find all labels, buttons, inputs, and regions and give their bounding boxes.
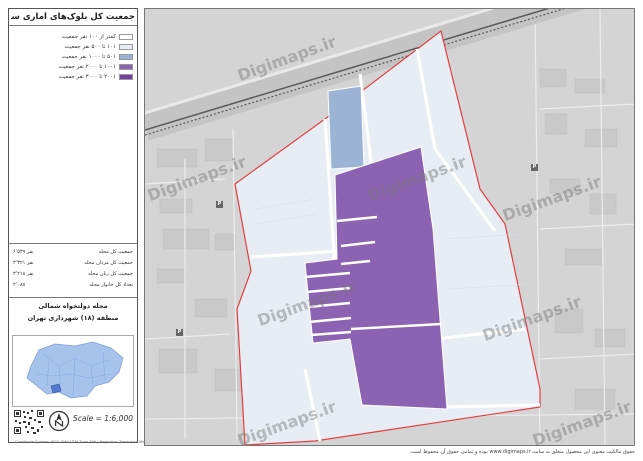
statistic-label: جمعیت کل محله	[98, 249, 133, 255]
legend-item: ۱۰۰۱ تا ۲۰۰۰ نفر جمعیت	[58, 63, 133, 70]
main-map: P P P Digimaps.ir Digimaps.ir Digimaps.i…	[144, 8, 635, 446]
map-title: جمعیت کل بلوک‌های آماری سال ۱۳۹۵	[11, 12, 135, 22]
legend-label: ۲۰۰۱ تا ۳۰۰۰ نفر جمعیت	[58, 73, 117, 80]
statistic-label: تعداد کل خانوار محله	[89, 282, 133, 288]
statistic-row: جمعیت کل زنان محله ۳٬۲۱۸ نفر	[13, 271, 133, 279]
coordinate-system-note: Coordinate System: WGS 1984 UTM Zone 39N…	[15, 440, 155, 444]
legend-swatch	[119, 73, 133, 80]
info-panel: جمعیت کل بلوک‌های آماری سال ۱۳۹۵ کمتر از…	[8, 8, 155, 444]
legend-swatch	[119, 33, 133, 40]
legend-item: ۲۰۰۱ تا ۳۰۰۰ نفر جمعیت	[58, 73, 133, 80]
qr-code	[13, 409, 45, 435]
map-sheet: جمعیت کل بلوک‌های آماری سال ۱۳۹۵ کمتر از…	[0, 0, 643, 461]
divider	[9, 25, 137, 26]
legend-label: ۵۰۱ تا ۱۰۰۰ نفر جمعیت	[61, 53, 116, 60]
parking-icon: P	[531, 164, 538, 171]
legend-label: ۱۰۰۱ تا ۲۰۰۰ نفر جمعیت	[58, 63, 117, 70]
legend-swatch	[119, 43, 133, 50]
legend-item: ۱۰۱ تا ۵۰۰ نفر جمعیت	[64, 43, 133, 50]
statistic-label: جمعیت کل زنان محله	[88, 271, 133, 277]
parking-icon: P	[216, 201, 223, 208]
statistic-row: تعداد کل خانوار محله ۲٬۰۸۸	[13, 282, 133, 290]
statistic-label: جمعیت کل مردان محله	[84, 260, 133, 266]
legend-swatch	[119, 63, 133, 70]
divider	[9, 243, 137, 244]
locator-map	[12, 335, 134, 407]
legend-swatch	[119, 53, 133, 60]
map-scale: Scale = 1:6,000	[73, 414, 133, 423]
statistic-value: ۶٬۵۳۹ نفر	[13, 249, 34, 255]
statistic-value: ۳٬۲۱۸ نفر	[13, 271, 34, 277]
divider	[9, 297, 137, 298]
statistic-row: جمعیت کل مردان محله ۳٬۳۲۱ نفر	[13, 260, 133, 268]
location-highlight	[50, 383, 62, 394]
block-blue	[327, 85, 365, 170]
statistic-row: جمعیت کل محله ۶٬۵۳۹ نفر	[13, 249, 133, 257]
locator-map-graphic	[13, 336, 133, 406]
north-arrow-icon	[48, 410, 70, 432]
legend-item: کمتر از ۱۰۰ نفر جمعیت	[62, 33, 133, 40]
statistic-value: ۳٬۳۲۱ نفر	[13, 260, 34, 266]
legend-item: ۵۰۱ تا ۱۰۰۰ نفر جمعیت	[61, 53, 133, 60]
copyright-footer: حقوق مالکیت معنوی این محصول متعلق به سای…	[409, 449, 635, 455]
map-canvas	[145, 9, 634, 445]
legend-label: کمتر از ۱۰۰ نفر جمعیت	[61, 33, 116, 40]
parking-icon: P	[176, 329, 183, 336]
statistic-value: ۲٬۰۸۸	[13, 282, 26, 288]
district-name: منطقه (۱۸) شهرداری تهران	[27, 314, 119, 322]
legend-label: ۱۰۱ تا ۵۰۰ نفر جمعیت	[64, 43, 116, 50]
neighborhood-name: محله دولتخواه شمالی	[38, 302, 108, 310]
